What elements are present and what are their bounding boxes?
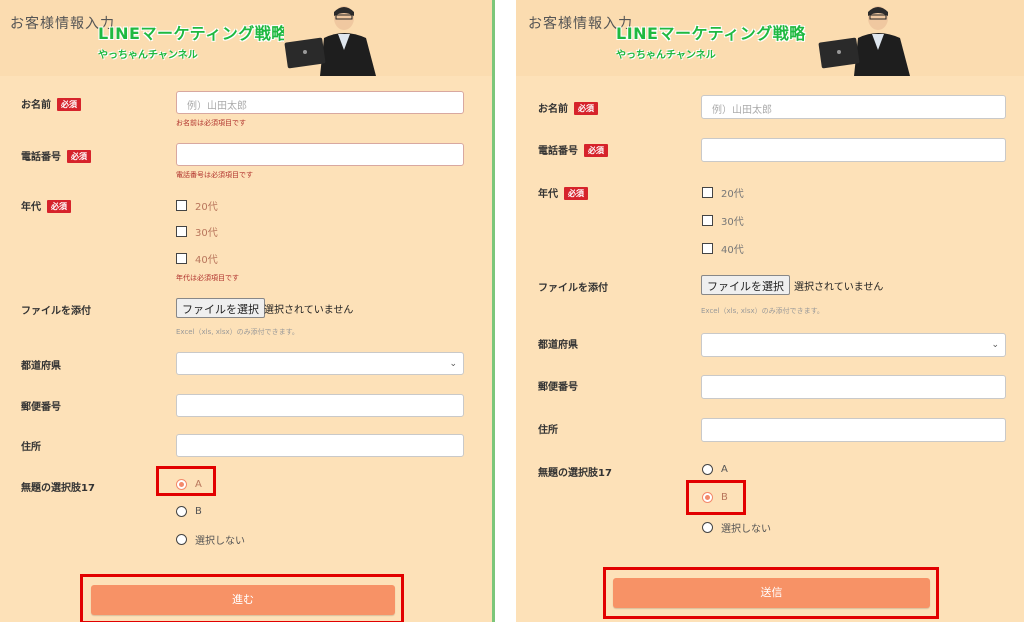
radio-icon bbox=[702, 522, 713, 533]
form-header: お客様情報入力 LINEマーケティング戦略 やっちゃんチャンネル bbox=[516, 0, 1024, 76]
file-label: ファイルを添付 bbox=[21, 306, 91, 317]
banner-subtitle: やっちゃんチャンネル bbox=[98, 50, 198, 61]
file-select-button[interactable]: ファイルを選択 bbox=[701, 275, 790, 295]
highlight-box bbox=[686, 480, 746, 515]
choice-radio-b[interactable]: B bbox=[176, 506, 202, 517]
panel-divider bbox=[492, 0, 495, 622]
phone-label: 電話番号 必須 bbox=[21, 148, 91, 163]
phone-input[interactable] bbox=[701, 138, 1006, 162]
presenter-photo bbox=[284, 0, 380, 76]
address-label: 住所 bbox=[21, 442, 41, 453]
prefecture-label: 都道府県 bbox=[538, 340, 578, 351]
choice-radio-a[interactable]: A bbox=[702, 464, 728, 475]
zip-input[interactable] bbox=[701, 375, 1006, 399]
checkbox-icon bbox=[176, 253, 187, 264]
age-label: 年代 必須 bbox=[538, 185, 588, 200]
name-error: お名前は必須項目です bbox=[176, 119, 246, 127]
name-label: お名前 必須 bbox=[538, 100, 598, 115]
age-checkbox-40[interactable]: 40代 bbox=[176, 251, 218, 266]
choice-label: 無題の選択肢17 bbox=[21, 483, 95, 494]
choice-radio-none[interactable]: 選択しない bbox=[176, 532, 245, 547]
chevron-down-icon: ⌄ bbox=[991, 340, 999, 350]
chevron-down-icon: ⌄ bbox=[449, 359, 457, 369]
banner-title: LINEマーケティング戦略 bbox=[616, 24, 806, 43]
form-panel-left: お客様情報入力 LINEマーケティング戦略 やっちゃんチャンネル お名前 必須 例… bbox=[0, 0, 492, 622]
required-badge: 必須 bbox=[574, 102, 598, 115]
address-input[interactable] bbox=[176, 434, 464, 457]
checkbox-icon bbox=[176, 226, 187, 237]
checkbox-icon bbox=[702, 243, 713, 254]
phone-input[interactable] bbox=[176, 143, 464, 166]
age-label: 年代 必須 bbox=[21, 198, 71, 213]
radio-icon bbox=[702, 464, 713, 475]
banner-subtitle: やっちゃんチャンネル bbox=[616, 50, 716, 61]
highlight-box bbox=[603, 567, 939, 619]
address-input[interactable] bbox=[701, 418, 1006, 442]
prefecture-select[interactable]: ⌄ bbox=[176, 352, 464, 375]
phone-label: 電話番号 必須 bbox=[538, 142, 608, 157]
required-badge: 必須 bbox=[57, 98, 81, 111]
prefecture-label: 都道府県 bbox=[21, 361, 61, 372]
file-status: 選択されていません bbox=[264, 305, 354, 316]
required-badge: 必須 bbox=[67, 150, 91, 163]
file-select-button[interactable]: ファイルを選択 bbox=[176, 298, 265, 318]
phone-error: 電話番号は必須項目です bbox=[176, 171, 253, 179]
age-checkbox-30[interactable]: 30代 bbox=[702, 213, 744, 228]
age-checkbox-20[interactable]: 20代 bbox=[176, 198, 218, 213]
file-hint: Excel（xls, xlsx）のみ添付できます。 bbox=[701, 307, 824, 315]
required-badge: 必須 bbox=[47, 200, 71, 213]
highlight-box bbox=[156, 466, 216, 496]
name-input[interactable]: 例）山田太郎 bbox=[176, 91, 464, 114]
banner-title: LINEマーケティング戦略 bbox=[98, 24, 288, 43]
choice-label: 無題の選択肢17 bbox=[538, 468, 612, 479]
file-hint: Excel（xls, xlsx）のみ添付できます。 bbox=[176, 328, 299, 336]
name-input[interactable]: 例）山田太郎 bbox=[701, 95, 1006, 119]
highlight-box bbox=[80, 574, 404, 622]
age-checkbox-40[interactable]: 40代 bbox=[702, 241, 744, 256]
zip-input[interactable] bbox=[176, 394, 464, 417]
required-badge: 必須 bbox=[584, 144, 608, 157]
zip-label: 郵便番号 bbox=[538, 382, 578, 393]
address-label: 住所 bbox=[538, 425, 558, 436]
form-panel-right: お客様情報入力 LINEマーケティング戦略 やっちゃんチャンネル お名前 必須 例… bbox=[516, 0, 1024, 622]
zip-label: 郵便番号 bbox=[21, 402, 61, 413]
age-checkbox-20[interactable]: 20代 bbox=[702, 185, 744, 200]
required-badge: 必須 bbox=[564, 187, 588, 200]
checkbox-icon bbox=[702, 187, 713, 198]
radio-icon bbox=[176, 506, 187, 517]
file-status: 選択されていません bbox=[794, 282, 884, 293]
presenter-photo bbox=[818, 0, 914, 76]
age-checkbox-30[interactable]: 30代 bbox=[176, 224, 218, 239]
file-label: ファイルを添付 bbox=[538, 283, 608, 294]
checkbox-icon bbox=[176, 200, 187, 211]
name-label: お名前 必須 bbox=[21, 96, 81, 111]
prefecture-select[interactable]: ⌄ bbox=[701, 333, 1006, 357]
choice-radio-none[interactable]: 選択しない bbox=[702, 520, 771, 535]
radio-icon bbox=[176, 534, 187, 545]
age-error: 年代は必須項目です bbox=[176, 274, 239, 282]
form-header: お客様情報入力 LINEマーケティング戦略 やっちゃんチャンネル bbox=[0, 0, 492, 76]
checkbox-icon bbox=[702, 215, 713, 226]
